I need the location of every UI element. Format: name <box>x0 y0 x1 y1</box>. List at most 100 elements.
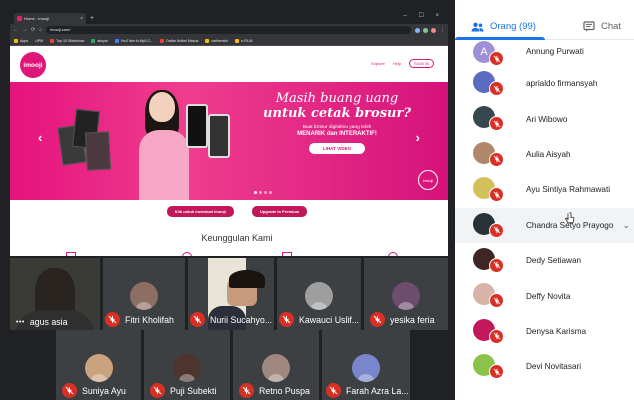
hand-cursor-icon <box>565 211 575 223</box>
hero-banner: ‹ Masih buang uang untuk cetak brosur? B… <box>10 82 448 200</box>
bookmark-item: aksyai <box>91 38 108 43</box>
mic-off-icon <box>489 222 504 238</box>
participant-name: Devi Novitasari <box>526 362 582 372</box>
participant-tile[interactable]: Suniya Ayu <box>56 330 141 400</box>
carousel-next-icon: › <box>415 130 420 145</box>
list-item[interactable]: Chandra Setyo Prayogo ⌄ <box>455 207 634 243</box>
tab-people[interactable]: Orang (99) <box>471 21 536 32</box>
mic-off-icon <box>489 364 504 380</box>
hero-headline-1: Masih buang uang <box>275 91 399 106</box>
participant-tile[interactable]: Puji Subekti <box>144 330 230 400</box>
cta-row: Klik untuk membuat imooji Upgrade to Pre… <box>10 206 448 217</box>
favicon-icon <box>17 16 22 21</box>
participant-tile[interactable]: yesika feria <box>364 258 448 330</box>
list-item[interactable]: Deffy Novita <box>455 278 634 313</box>
window-controls-icon: – ☐ × <box>403 13 444 19</box>
participant-name: aprialdo firmansyah <box>526 79 598 89</box>
carousel-dots <box>254 191 272 194</box>
nav-sign-in: SIGN IN <box>409 59 434 68</box>
address-bar: imooji.com/ <box>46 26 411 34</box>
brochures-image <box>56 104 114 174</box>
mic-off-icon <box>489 51 504 66</box>
participant-name: Annung Purwati <box>526 47 584 56</box>
phones-image <box>186 100 236 170</box>
nav-help: Help <box>392 61 402 66</box>
imooji-website: imooji Explore Help SIGN IN ‹ Masih buan… <box>10 46 448 256</box>
mic-off-icon <box>489 293 504 309</box>
list-item[interactable]: Ari Wibowo <box>455 101 634 136</box>
forward-icon: → <box>22 27 27 33</box>
model-image <box>135 90 193 200</box>
imooji-badge: imooji <box>418 170 438 190</box>
chevron-down-icon[interactable]: ⌄ <box>622 220 630 231</box>
browser-tabbar: Home - Imooji × + – ☐ × <box>10 10 448 24</box>
avatar <box>305 282 333 310</box>
participant-name: Dedy Setiawan <box>526 256 582 266</box>
participant-name: Kawauci Uslif... <box>299 314 360 325</box>
participant-tile[interactable]: Farah Azra La... <box>322 330 410 400</box>
list-item[interactable]: Aulia Aisyah <box>455 137 634 172</box>
bookmark-item: UPM <box>35 38 44 43</box>
watch-video-button: LIHAT VIDEO <box>308 143 366 154</box>
tab-chat[interactable]: Chat <box>583 21 621 32</box>
extension-icons <box>415 27 436 33</box>
bookmark-item: YouTube to Mp3 C... <box>114 38 153 43</box>
panel-tabs: Orang (99) Chat <box>455 0 634 40</box>
participant-tile[interactable]: Nurii Sucahyo... <box>188 258 274 330</box>
menu-icon: ⋮ <box>440 27 445 33</box>
participant-tile[interactable]: Retno Puspa <box>233 330 319 400</box>
participant-name: Fitri Kholifah <box>125 314 174 325</box>
back-icon: ← <box>13 27 18 33</box>
participant-name: Nurii Sucahyo... <box>210 314 273 325</box>
participant-tile[interactable]: ••• agus asia <box>10 258 100 330</box>
avatar <box>173 354 201 382</box>
mic-off-icon <box>279 312 294 327</box>
participant-name: Puji Subekti <box>170 385 217 396</box>
list-item[interactable]: Ayu Sintiya Rahmawati <box>455 172 634 207</box>
presented-screen: Home - Imooji × + – ☐ × ← → ⟳ ⌂ imooji.c… <box>10 10 448 256</box>
browser-tab: Home - Imooji × <box>14 13 86 24</box>
bookmark-item: cariberaini <box>205 38 228 43</box>
camera-feed <box>227 270 265 306</box>
section-title: Keunggulan Kami <box>201 233 273 243</box>
participant-tile[interactable]: Fitri Kholifah <box>103 258 185 330</box>
mic-off-icon <box>370 312 385 327</box>
people-icon <box>471 22 484 31</box>
carousel-prev-icon: ‹ <box>38 130 43 145</box>
bookmark-item: Top 10 Slideshow <box>50 38 84 43</box>
chat-icon <box>583 21 595 32</box>
avatar <box>84 354 113 382</box>
avatar <box>392 282 420 310</box>
participant-name: Ayu Sintiya Rahmawati <box>526 185 611 195</box>
hero-subtext-1: Buat brosur digitalmu yang lebih <box>302 125 372 130</box>
browser-tab-title: Home - Imooji <box>24 16 49 21</box>
nav-explore: Explore <box>371 61 385 66</box>
create-imooji-button: Klik untuk membuat imooji <box>166 206 234 217</box>
mic-off-icon <box>489 151 504 167</box>
meet-window: Home - Imooji × + – ☐ × ← → ⟳ ⌂ imooji.c… <box>0 0 634 400</box>
audio-dots-icon: ••• <box>16 318 25 326</box>
close-tab-icon: × <box>80 15 83 22</box>
participant-name: agus asia <box>29 317 68 327</box>
mic-off-icon <box>105 312 120 327</box>
list-item[interactable]: aprialdo firmansyah <box>455 66 634 101</box>
people-tab-label: Orang (99) <box>490 21 536 32</box>
avatar <box>262 354 290 382</box>
bookmark-item: Apps <box>14 38 28 43</box>
avatar <box>130 282 158 310</box>
mic-off-icon <box>239 383 254 398</box>
mic-off-icon <box>489 328 504 344</box>
list-item[interactable]: Denysa Karisma <box>455 314 634 349</box>
mic-off-icon <box>489 81 504 96</box>
mic-off-icon <box>489 257 504 273</box>
participant-name: Farah Azra La... <box>346 385 409 396</box>
upgrade-premium-button: Upgrade to Premium <box>251 206 308 217</box>
home-icon: ⌂ <box>39 27 43 33</box>
list-item[interactable]: A Annung Purwati <box>455 40 634 66</box>
list-item[interactable]: Devi Novitasari <box>455 349 634 384</box>
avatar <box>352 354 380 382</box>
chat-tab-label: Chat <box>601 21 622 32</box>
list-item[interactable]: Dedy Setiawan <box>455 243 634 278</box>
participant-name: Deffy Novita <box>526 291 571 301</box>
participant-tile[interactable]: Kawauci Uslif... <box>277 258 361 330</box>
